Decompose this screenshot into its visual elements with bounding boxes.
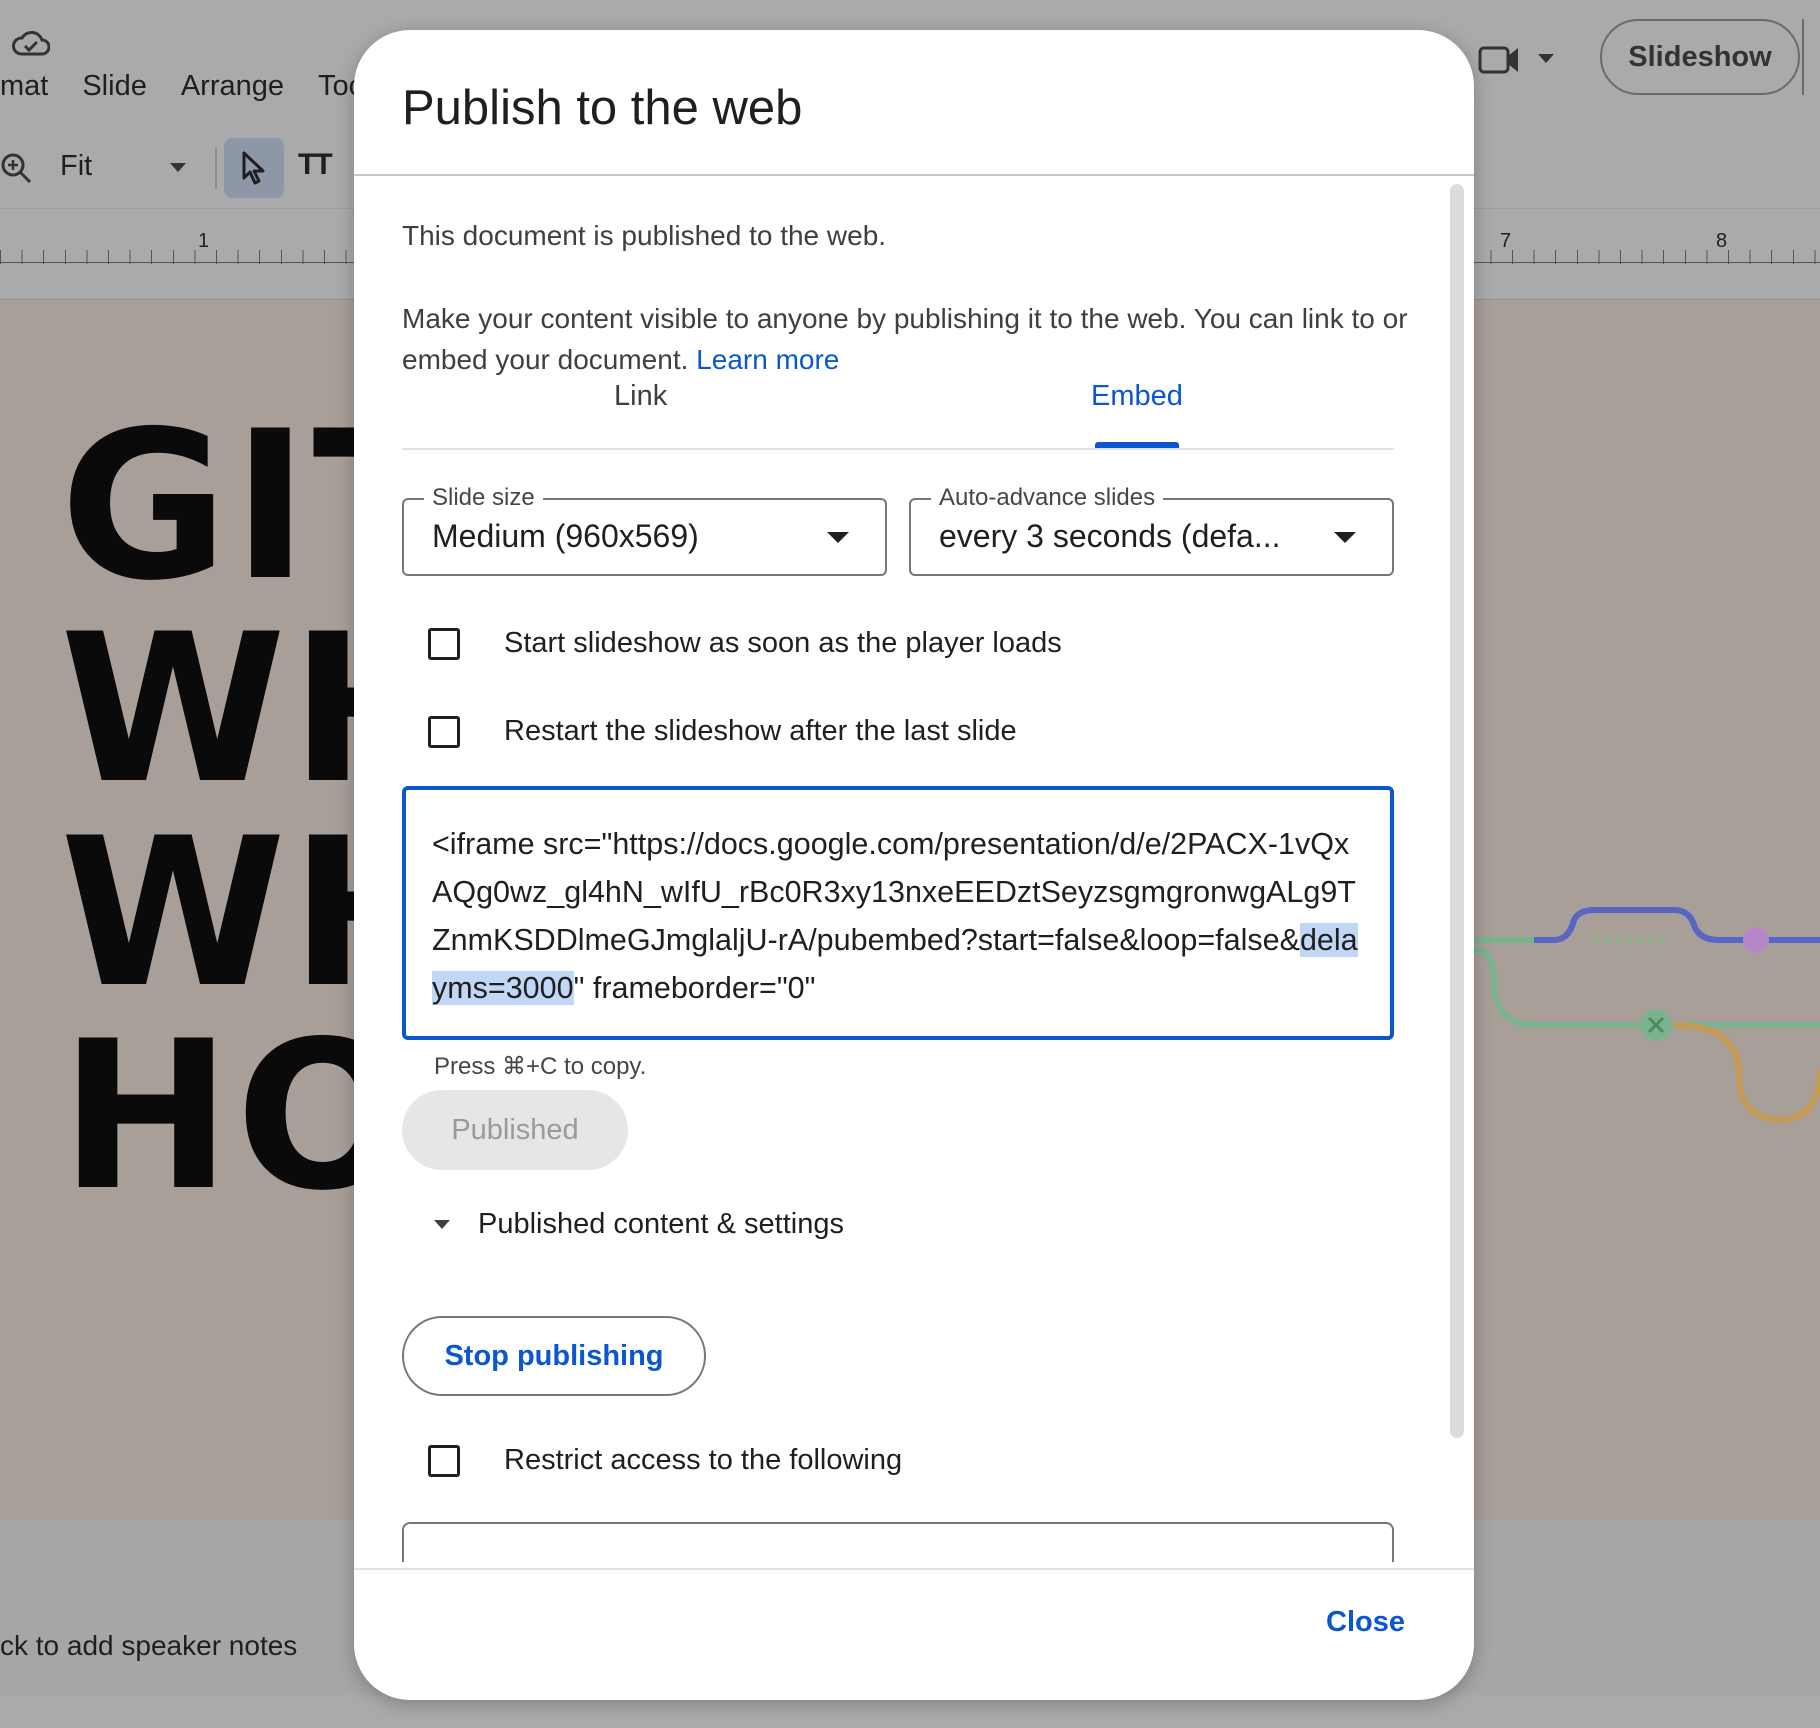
publish-status-text: This document is published to the web.	[402, 220, 887, 251]
select-tool-button[interactable]	[224, 138, 284, 198]
cloud-saved-icon	[12, 31, 50, 56]
auto-advance-label: Auto-advance slides	[931, 484, 1164, 512]
close-button[interactable]: Close	[1308, 1590, 1423, 1655]
slide-size-select[interactable]: Slide size Medium (960x569)	[402, 484, 887, 576]
footer-divider	[354, 1568, 1474, 1570]
published-settings-label: Published content & settings	[478, 1208, 844, 1240]
title-divider	[354, 174, 1474, 176]
cursor-arrow-icon	[242, 151, 265, 185]
slide-size-value: Medium (960x569)	[432, 518, 699, 554]
slideshow-button[interactable]: Slideshow	[1600, 19, 1800, 95]
slideshow-dropdown-divider	[1802, 19, 1804, 95]
menu-format[interactable]: mat	[0, 70, 48, 103]
ruler-number: 7	[1500, 230, 1512, 252]
restrict-access-checkbox[interactable]	[428, 1444, 460, 1477]
restrict-access-label: Restrict access to the following	[504, 1444, 903, 1476]
start-on-load-label: Start slideshow as soon as the player lo…	[504, 627, 1062, 659]
tab-embed[interactable]: Embed	[1091, 380, 1183, 413]
dropdown-arrow-icon	[827, 532, 849, 543]
zoom-fit-label[interactable]: Fit	[60, 150, 92, 183]
publish-description: Make your content visible to anyone by p…	[402, 298, 1412, 380]
tab-link[interactable]: Link	[614, 380, 667, 413]
stop-publishing-button[interactable]: Stop publishing	[402, 1316, 706, 1396]
restart-after-last-option[interactable]: Restart the slideshow after the last sli…	[428, 715, 1017, 748]
published-button: Published	[402, 1090, 628, 1170]
restart-after-last-checkbox[interactable]	[428, 715, 460, 748]
copy-hint: Press ⌘+C to copy.	[434, 1053, 647, 1080]
text-tool-icon[interactable]: TT	[298, 148, 333, 182]
dropdown-arrow-icon	[1334, 532, 1356, 543]
video-camera-icon[interactable]	[1478, 42, 1522, 78]
auto-advance-select[interactable]: Auto-advance slides every 3 seconds (def…	[909, 484, 1394, 576]
embed-code-after: " frameborder="0"	[573, 971, 816, 1005]
start-on-load-checkbox[interactable]	[428, 627, 460, 660]
description-text: Make your content visible to anyone by p…	[402, 303, 1408, 375]
start-on-load-option[interactable]: Start slideshow as soon as the player lo…	[428, 627, 1062, 660]
slide-size-label: Slide size	[424, 484, 543, 512]
embed-code-before: <iframe src="https://docs.google.com/pre…	[432, 827, 1356, 957]
auto-advance-value: every 3 seconds (defa...	[939, 518, 1281, 554]
published-settings-expander[interactable]: Published content & settings	[434, 1208, 844, 1241]
tabs-divider	[402, 448, 1394, 450]
chevron-down-icon[interactable]	[1538, 54, 1554, 63]
app-menu-bar: mat Slide Arrange Too	[0, 70, 365, 103]
chevron-down-icon[interactable]	[170, 163, 186, 172]
menu-arrange[interactable]: Arrange	[181, 70, 284, 103]
dialog-scrollbar[interactable]	[1450, 184, 1464, 1438]
restart-after-last-label: Restart the slideshow after the last sli…	[504, 715, 1017, 747]
publish-dialog: Publish to the web This document is publ…	[354, 30, 1474, 1700]
menu-slide[interactable]: Slide	[82, 70, 147, 103]
zoom-icon[interactable]	[0, 152, 34, 186]
restrict-access-option[interactable]: Restrict access to the following	[428, 1444, 902, 1477]
ruler-number: 8	[1716, 230, 1728, 252]
caret-down-icon	[434, 1220, 450, 1229]
learn-more-link[interactable]: Learn more	[696, 344, 839, 375]
toolbar-divider	[215, 148, 217, 190]
embed-code-field[interactable]: <iframe src="https://docs.google.com/pre…	[402, 786, 1394, 1040]
git-graph-illustration	[1474, 907, 1820, 1124]
dialog-title: Publish to the web	[402, 81, 803, 135]
speaker-notes-placeholder[interactable]: ck to add speaker notes	[0, 1630, 297, 1662]
restrict-domain-select[interactable]	[402, 1522, 1394, 1562]
ruler-number: 1	[198, 230, 210, 252]
embed-code-text: <iframe src="https://docs.google.com/pre…	[432, 820, 1364, 1012]
